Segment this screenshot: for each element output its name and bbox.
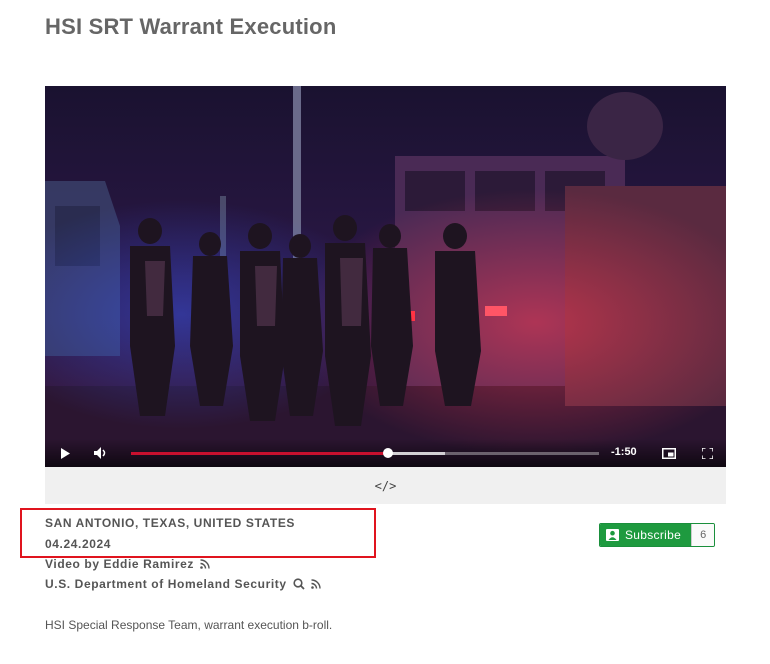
video-credit: Video by Eddie Ramirez [45, 557, 210, 571]
agency-link[interactable]: U.S. Department of Homeland Security [45, 577, 287, 591]
play-icon [61, 447, 70, 459]
agency-credit: U.S. Department of Homeland Security [45, 577, 321, 591]
subscribe-button[interactable]: Subscribe [600, 524, 692, 546]
fullscreen-icon [701, 447, 713, 459]
volume-button[interactable] [91, 443, 111, 463]
video-frame[interactable] [45, 86, 726, 467]
time-remaining: -1:50 [611, 446, 637, 458]
subscribe-widget: Subscribe 6 [599, 523, 716, 547]
embed-code-button[interactable]: </> [375, 479, 397, 493]
progress-knob[interactable] [383, 448, 394, 458]
search-icon[interactable] [293, 578, 305, 590]
video-by-link[interactable]: Video by Eddie Ramirez [45, 557, 194, 571]
subscriber-count: 6 [691, 524, 715, 546]
rss-icon[interactable] [310, 579, 321, 589]
embed-bar: </> [45, 467, 726, 504]
volume-icon [94, 447, 106, 459]
play-button[interactable] [55, 443, 75, 463]
subscriber-icon [606, 529, 619, 541]
video-description: HSI Special Response Team, warrant execu… [45, 618, 333, 632]
subscribe-label: Subscribe [625, 528, 682, 542]
progress-buffered [388, 452, 445, 455]
player-controls: -1:50 [45, 439, 726, 467]
pip-button[interactable] [659, 443, 679, 463]
progress-played [131, 452, 389, 455]
fullscreen-button[interactable] [697, 443, 717, 463]
progress-bar[interactable] [131, 448, 599, 458]
rss-icon[interactable] [200, 559, 210, 569]
video-player[interactable]: -1:50 [45, 86, 726, 467]
picture-in-picture-icon [662, 447, 676, 459]
publish-date: 04.24.2024 [45, 537, 112, 551]
page-title: HSI SRT Warrant Execution [45, 14, 337, 39]
location: SAN ANTONIO, TEXAS, UNITED STATES [45, 516, 296, 530]
